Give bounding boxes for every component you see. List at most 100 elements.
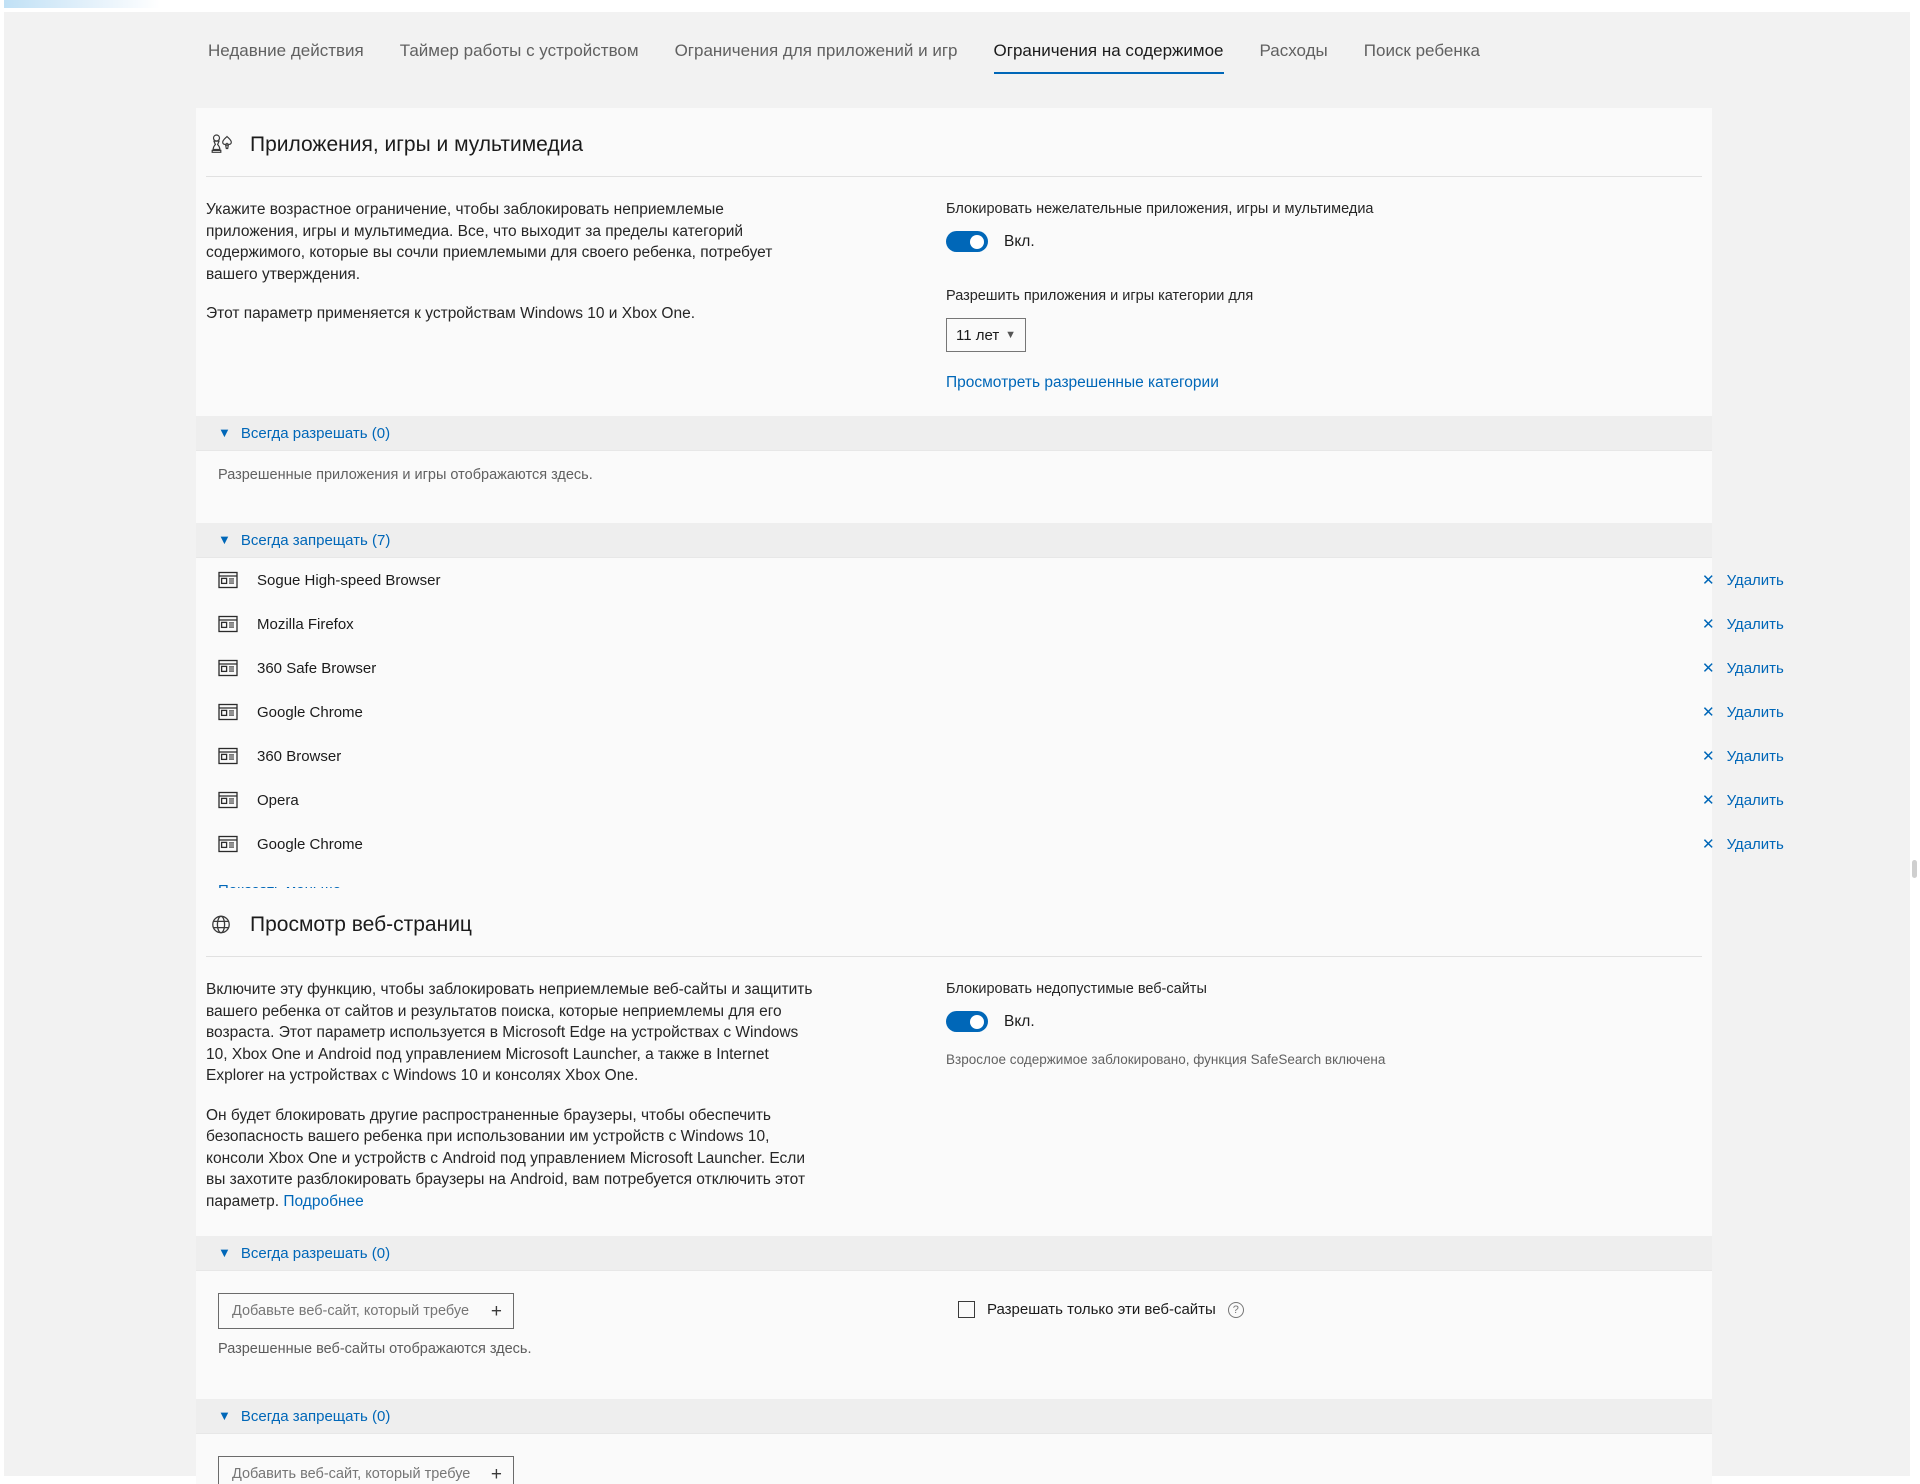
chevron-down-icon: ▼ [218,424,231,440]
window-left-edge [0,0,4,1484]
apps-section-title: Приложения, игры и мультимедиа [250,133,584,156]
remove-app-button[interactable]: ✕ Удалить [1109,616,1784,633]
apps-always-allow-header[interactable]: ▼ Всегда разрешать (0) [196,416,1712,450]
only-these-sites-checkbox[interactable] [958,1301,975,1318]
blocked-app-row: Sogue High-speed Browser ✕ Удалить [196,558,1784,602]
blocked-app-name: Mozilla Firefox [257,615,354,633]
remove-app-label: Удалить [1726,615,1784,633]
web-always-allow-body: Добавьте веб-сайт, который требуе + Разр… [196,1270,1712,1375]
add-blocked-website-placeholder: Добавить веб-сайт, который требуе [232,1466,471,1482]
blocked-app-row: 360 Safe Browser ✕ Удалить [196,646,1784,690]
apps-section-header: Приложения, игры и мультимедиа [196,108,1712,160]
tab-screen-time[interactable]: Таймер работы с устройством [400,40,639,74]
toggle-knob [970,1014,984,1029]
web-always-block-group: ▼ Всегда запрещать (0) Добавить веб-сайт… [196,1399,1712,1484]
age-rating-select[interactable]: 11 лет ▼ [946,318,1026,352]
web-browsing-section: Просмотр веб-страниц Включите эту функци… [196,888,1712,1484]
web-controls-column: Блокировать недопустимые веб-сайты Вкл. … [946,979,1646,1212]
remove-app-button[interactable]: ✕ Удалить [1109,748,1784,765]
plus-icon[interactable]: + [491,1302,502,1321]
web-always-allow-header[interactable]: ▼ Всегда разрешать (0) [196,1236,1712,1270]
web-block-input-column: Добавить веб-сайт, который требуе + [218,1456,958,1484]
remove-app-label: Удалить [1726,835,1784,853]
web-toggle-label: Блокировать недопустимые веб-сайты [946,981,1207,997]
apps-toggle-label: Блокировать нежелательные приложения, иг… [946,201,1374,217]
remove-app-label: Удалить [1726,747,1784,765]
main-tab-bar: Недавние действия Таймер работы с устрой… [0,40,1920,90]
chevron-down-icon: ▼ [218,531,231,547]
web-toggle-row: Вкл. [946,1011,1646,1032]
web-always-block-label: Всегда запрещать (0) [240,1407,391,1425]
apps-always-block-group: ▼ Всегда запрещать (7) Sogue High-speed … [196,523,1784,917]
web-toggle-state: Вкл. [1004,1012,1035,1030]
view-allowed-categories-link[interactable]: Просмотреть разрешенные категории [946,374,1219,392]
question-mark-icon[interactable]: ? [1227,1301,1244,1318]
app-window-icon [218,703,238,721]
remove-app-label: Удалить [1726,659,1784,677]
remove-app-label: Удалить [1726,791,1784,809]
remove-app-button[interactable]: ✕ Удалить [1109,660,1784,677]
window-top-strip [0,0,1920,12]
apps-always-allow-label: Всегда разрешать (0) [240,424,391,442]
apps-always-allow-group: ▼ Всегда разрешать (0) Разрешенные прило… [196,416,1712,499]
page-root: Недавние действия Таймер работы с устрой… [0,0,1920,1484]
tab-recent-activity[interactable]: Недавние действия [208,40,364,74]
remove-app-button[interactable]: ✕ Удалить [1109,704,1784,721]
blocked-app-name: 360 Browser [257,747,342,765]
apps-description-paragraph-1: Укажите возрастное ограничение, чтобы за… [206,201,773,283]
close-icon: ✕ [1702,615,1715,633]
block-inappropriate-websites-toggle[interactable] [946,1011,988,1032]
apps-always-block-header[interactable]: ▼ Всегда запрещать (7) [196,523,1712,557]
blocked-app-name: Opera [257,791,299,809]
app-window-icon [218,615,238,633]
add-blocked-website-input[interactable]: Добавить веб-сайт, который требуе + [218,1456,514,1484]
web-always-block-header[interactable]: ▼ Всегда запрещать (0) [196,1399,1712,1433]
learn-more-link[interactable]: Подробнее [283,1193,363,1210]
tab-find-child[interactable]: Поиск ребенка [1364,40,1480,74]
apps-description-paragraph-2: Этот параметр применяется к устройствам … [206,305,696,322]
blocked-app-name: Google Chrome [257,835,363,853]
blocked-app-row: Mozilla Firefox ✕ Удалить [196,602,1784,646]
app-window-icon [218,747,238,765]
web-toggle-note: Взрослое содержимое заблокировано, функц… [946,1052,1386,1067]
web-description-paragraph-1: Включите эту функцию, чтобы заблокироват… [206,981,813,1084]
chevron-down-icon: ▼ [218,1244,231,1260]
remove-app-button[interactable]: ✕ Удалить [1109,836,1784,853]
chess-pawn-icon [206,130,236,160]
blocked-app-row: Opera ✕ Удалить [196,778,1784,822]
blocked-app-name: Google Chrome [257,703,363,721]
apps-section-body: Укажите возрастное ограничение, чтобы за… [196,177,1712,392]
web-allow-row: Добавьте веб-сайт, который требуе + Разр… [196,1271,1712,1329]
apps-always-allow-body: Разрешенные приложения и игры отображают… [196,450,1712,499]
remove-app-button[interactable]: ✕ Удалить [1109,572,1784,589]
blocked-app-row: 360 Browser ✕ Удалить [196,734,1784,778]
remove-app-button[interactable]: ✕ Удалить [1109,792,1784,809]
only-these-sites-label: Разрешать только эти веб-сайты [987,1301,1216,1318]
blocked-app-name: 360 Safe Browser [257,659,377,677]
age-rating-label: Разрешить приложения и игры категории дл… [946,288,1254,304]
close-icon: ✕ [1702,659,1715,677]
apps-always-block-label: Всегда запрещать (7) [240,531,391,549]
blocked-app-row: Google Chrome ✕ Удалить [196,690,1784,734]
tab-app-game-limits[interactable]: Ограничения для приложений и игр [675,40,958,74]
window-glow-accent [0,0,160,8]
add-allowed-website-input[interactable]: Добавьте веб-сайт, который требуе + [218,1293,514,1329]
plus-icon[interactable]: + [491,1465,502,1484]
web-block-row: Добавить веб-сайт, который требуе + [196,1434,1712,1484]
apps-toggle-state: Вкл. [1004,232,1035,250]
tab-content-restrictions[interactable]: Ограничения на содержимое [993,40,1224,74]
only-these-sites-row: Разрешать только эти веб-сайты ? [958,1301,1658,1318]
app-window-icon [218,659,238,677]
close-icon: ✕ [1702,747,1715,765]
add-allowed-website-placeholder: Добавьте веб-сайт, который требуе [232,1303,470,1319]
tab-spending[interactable]: Расходы [1260,40,1328,74]
apps-always-allow-empty-note: Разрешенные приложения и игры отображают… [218,467,593,483]
globe-icon [206,910,236,940]
app-window-icon [218,835,238,853]
web-section-title: Просмотр веб-страниц [250,913,472,936]
remove-app-label: Удалить [1726,571,1784,589]
scrollbar-thumb[interactable] [1912,860,1917,878]
web-always-allow-group: ▼ Всегда разрешать (0) Добавьте веб-сайт… [196,1236,1712,1375]
app-window-icon [218,791,238,809]
block-inappropriate-apps-toggle[interactable] [946,231,988,252]
